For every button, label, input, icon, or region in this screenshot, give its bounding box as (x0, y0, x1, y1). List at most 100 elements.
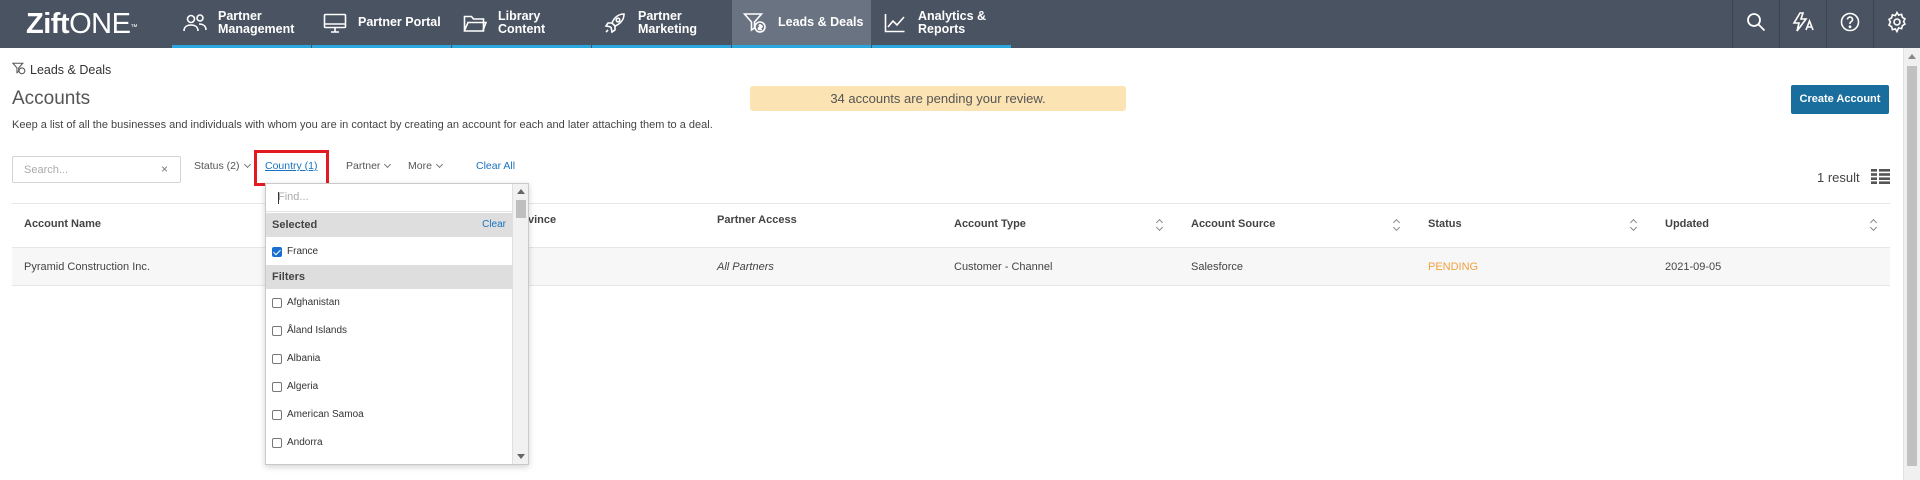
checkbox-icon[interactable] (272, 381, 282, 392)
list-item-albania[interactable]: Albania (272, 353, 320, 364)
search-box: × (12, 156, 181, 183)
sort-icon[interactable] (1156, 217, 1164, 231)
scroll-up-arrow-icon[interactable] (517, 189, 525, 194)
option-label: American Samoa (287, 409, 364, 420)
list-item-afghanistan[interactable]: Afghanistan (272, 297, 340, 308)
filters-section-header: Filters (266, 265, 512, 289)
scrollbar-thumb[interactable] (516, 200, 526, 218)
dropdown-scrollbar[interactable] (512, 184, 528, 464)
filters-header-label: Filters (272, 271, 306, 283)
sort-icon[interactable] (1393, 217, 1401, 231)
selected-header-label: Selected (272, 219, 318, 231)
selected-section-header: Selected Clear (266, 213, 512, 237)
partner-filter[interactable]: Partner (346, 160, 392, 172)
nav-tab-label: Leads & Deals (778, 15, 864, 29)
nav-search-button[interactable] (1732, 0, 1779, 48)
option-label: Andorra (287, 437, 323, 448)
list-item-algeria[interactable]: Algeria (272, 381, 318, 392)
cell-account-name[interactable]: Pyramid Construction Inc. (24, 261, 150, 273)
nav-tab-partner-marketing[interactable]: Partner Marketing (592, 0, 731, 48)
cell-updated: 2021-09-05 (1665, 261, 1722, 273)
clear-all-link[interactable]: Clear All (476, 160, 515, 172)
rocket-icon (602, 12, 628, 34)
list-item-aland-islands[interactable]: Åland Islands (272, 325, 347, 336)
option-label: Afghanistan (287, 297, 340, 308)
nav-tab-label: Analytics & Reports (918, 8, 987, 36)
list-item-andorra[interactable]: Andorra (272, 437, 323, 448)
more-filter-label: More (408, 160, 432, 172)
scroll-up-arrow-icon[interactable] (1908, 54, 1916, 59)
scrollbar-thumb[interactable] (1907, 66, 1917, 466)
cell-partner-access: All Partners (717, 261, 774, 273)
column-header-account-name[interactable]: Account Name (24, 218, 101, 230)
ziftone-logo[interactable]: ZiftONE™ (26, 8, 137, 40)
list-item-france[interactable]: France (272, 246, 318, 257)
search-icon (1746, 12, 1766, 37)
page-scrollbar[interactable] (1903, 48, 1920, 480)
nav-tab-label: Partner Management (218, 8, 295, 36)
nav-help-button[interactable] (1826, 0, 1873, 48)
column-header-updated[interactable]: Updated (1665, 218, 1709, 230)
main-nav-tabs: Partner Management Partner Portal Librar… (172, 0, 1012, 48)
folder-icon (462, 12, 488, 34)
column-view-icon[interactable] (1871, 169, 1890, 189)
checkbox-icon[interactable] (272, 353, 282, 364)
nav-tab-partner-management[interactable]: Partner Management (172, 0, 311, 48)
create-account-button[interactable]: Create Account (1791, 85, 1889, 114)
nav-utility-buttons (1732, 0, 1920, 48)
sort-icon[interactable] (1870, 217, 1878, 231)
country-filter-dropdown: Selected Clear France Filters Afghanista… (265, 183, 529, 465)
chevron-down-icon (435, 160, 443, 169)
clear-search-icon[interactable]: × (161, 162, 168, 176)
country-find-input[interactable] (266, 184, 496, 210)
option-label: France (287, 246, 319, 257)
option-label: Albania (287, 353, 321, 364)
help-icon (1840, 12, 1860, 37)
nav-tab-library-content[interactable]: Library Content (452, 0, 591, 48)
top-navigation-bar: ZiftONE™ Partner Management Partner Port… (0, 0, 1920, 48)
option-label: Algeria (287, 381, 319, 392)
scroll-down-arrow-icon[interactable] (517, 454, 525, 459)
status-filter[interactable]: Status (2) (194, 160, 251, 172)
breadcrumb: Leads & Deals (11, 62, 111, 78)
nav-translate-button[interactable] (1779, 0, 1826, 48)
column-header-account-type[interactable]: Account Type (954, 218, 1026, 230)
cell-account-type: Customer - Channel (954, 261, 1053, 273)
checkbox-icon[interactable] (272, 437, 282, 448)
checkbox-icon[interactable] (272, 325, 282, 336)
funnel-dollar-icon (11, 62, 26, 78)
nav-tab-leads-deals[interactable]: Leads & Deals (732, 0, 871, 48)
nav-tab-label: Partner Portal (358, 15, 441, 29)
column-header-partner-access[interactable]: Partner Access (717, 214, 797, 226)
text-cursor (278, 192, 279, 204)
chevron-down-icon (243, 160, 251, 169)
nav-tab-label: Library Content (498, 8, 546, 36)
checkbox-icon[interactable] (272, 297, 282, 308)
status-filter-label: Status (2) (194, 160, 240, 172)
country-filter[interactable]: Country (1) (265, 160, 318, 172)
pending-review-notice[interactable]: 34 accounts are pending your review. (750, 86, 1126, 111)
sort-icon[interactable] (1630, 217, 1638, 231)
clear-selected-link[interactable]: Clear (482, 213, 506, 237)
settings-icon (1886, 10, 1908, 38)
checkbox-icon[interactable] (272, 409, 282, 420)
nav-tab-partner-portal[interactable]: Partner Portal (312, 0, 451, 48)
checkbox-checked-icon[interactable] (272, 246, 282, 257)
column-header-status[interactable]: Status (1428, 218, 1462, 230)
nav-tab-analytics-reports[interactable]: Analytics & Reports (872, 0, 1011, 48)
page-description: Keep a list of all the businesses and in… (12, 119, 713, 131)
monitor-icon (322, 12, 348, 34)
cell-account-source: Salesforce (1191, 261, 1243, 273)
dropdown-find-box (266, 184, 512, 212)
page-title: Accounts (12, 88, 91, 109)
more-filter[interactable]: More (408, 160, 443, 172)
breadcrumb-label[interactable]: Leads & Deals (30, 63, 111, 77)
nav-tab-label: Partner Marketing (638, 8, 698, 36)
column-header-account-source[interactable]: Account Source (1191, 218, 1275, 230)
search-input[interactable] (13, 157, 153, 182)
nav-settings-button[interactable] (1873, 0, 1920, 48)
funnel-dollar-icon (742, 12, 768, 34)
list-item-american-samoa[interactable]: American Samoa (272, 409, 364, 420)
chevron-down-icon (384, 160, 392, 169)
column-header-province[interactable]: vince (528, 214, 556, 226)
